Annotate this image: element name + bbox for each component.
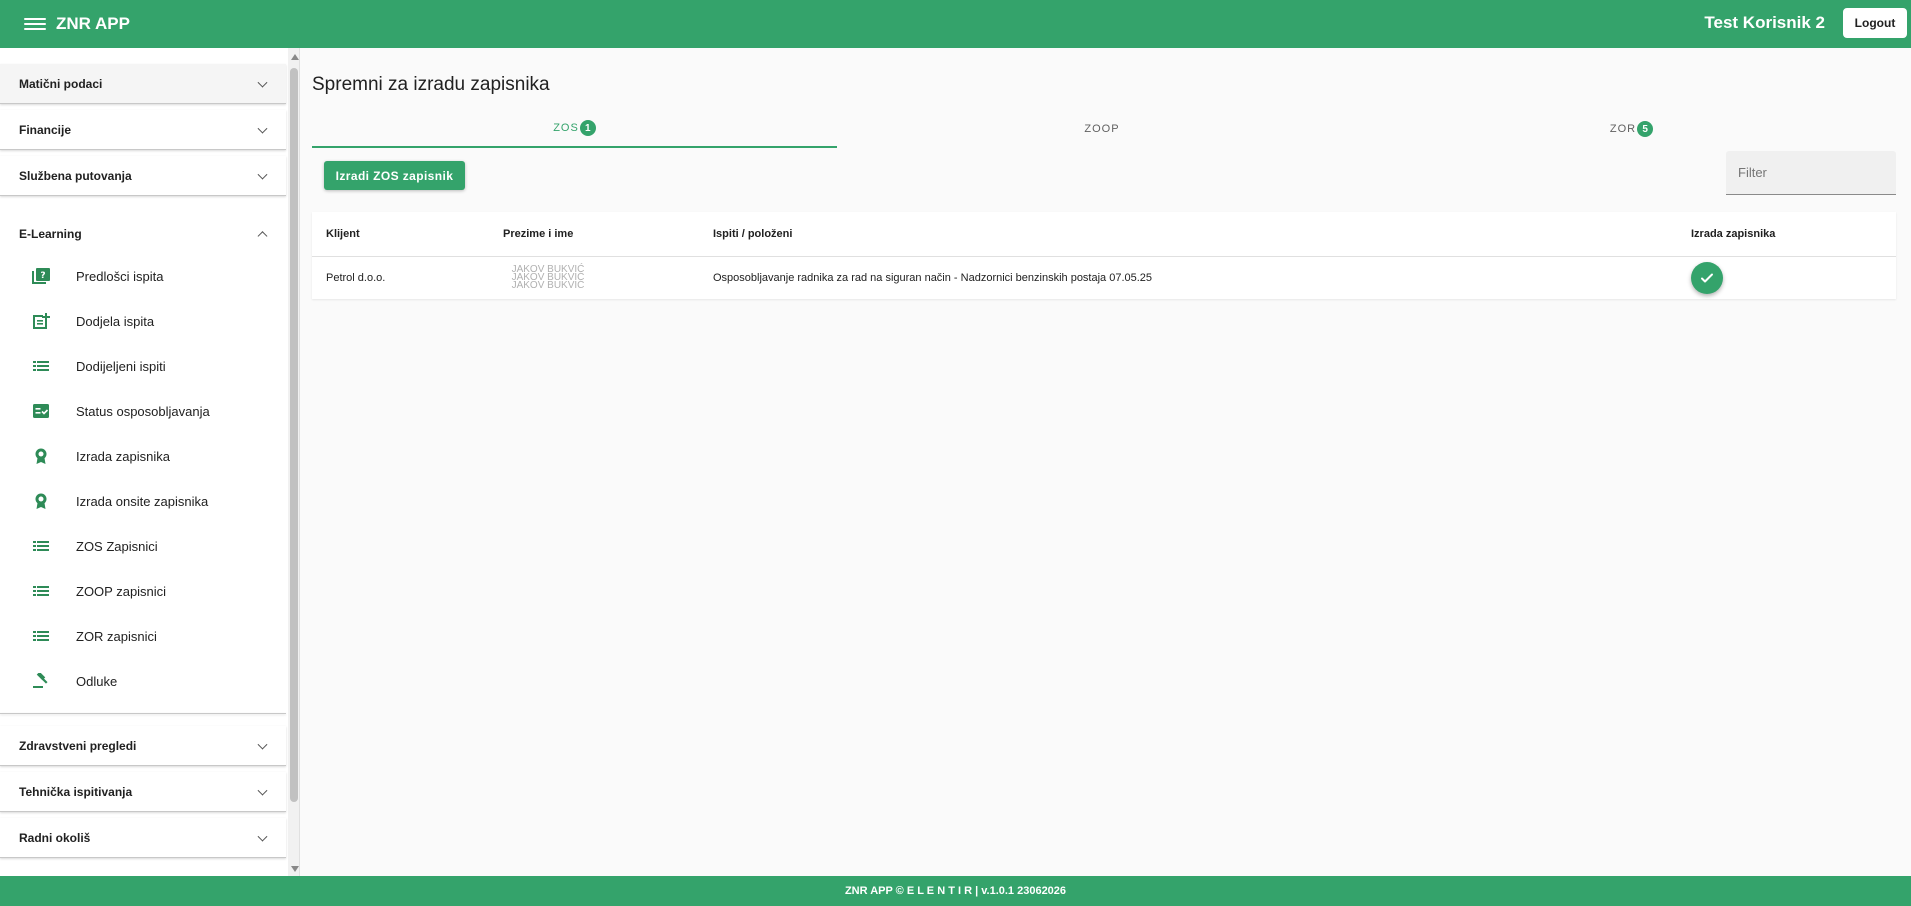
- panel-label: Financije: [19, 122, 72, 137]
- chevron-down-icon: [257, 169, 268, 180]
- sidebar-item-zoop-zapisnici[interactable]: ZOOP zapisnici: [0, 571, 286, 611]
- panel-label: Radni okoliš: [19, 830, 91, 845]
- sidebar-item-status-osposobljavanja[interactable]: Status osposobljavanja: [0, 391, 286, 431]
- sidebar-item-label: ZOOP zapisnici: [76, 583, 167, 599]
- fact-check-icon: [33, 404, 49, 418]
- post-add-icon: [33, 313, 50, 329]
- panel-tehnicka-ispitivanja[interactable]: Tehnička ispitivanja: [0, 772, 286, 812]
- sidebar-item-label: ZOR zapisnici: [76, 628, 157, 644]
- list-icon: [33, 541, 49, 551]
- panel-label: E-Learning: [19, 227, 82, 241]
- table-row[interactable]: Petrol d.o.o. JAKOV BUKVIĆ JAKOV BUKVIĆ …: [312, 257, 1896, 299]
- panel-radni-okolis[interactable]: Radni okoliš: [0, 818, 286, 858]
- scroll-up-icon[interactable]: [291, 54, 299, 60]
- column-header-client: Klijent: [326, 228, 360, 240]
- sidebar: Matični podaci Financije Službena putova…: [0, 48, 300, 876]
- sidebar-item-zor-zapisnici[interactable]: ZOR zapisnici: [0, 616, 286, 656]
- check-icon: [1701, 273, 1713, 283]
- list-icon: [33, 361, 49, 371]
- award-icon: [35, 493, 47, 509]
- panel-divider: [0, 713, 286, 714]
- tab-badge: 5: [1637, 121, 1654, 137]
- award-icon: [35, 448, 47, 464]
- sidebar-item-label: Dodjela ispita: [76, 313, 155, 329]
- cell-client: Petrol d.o.o.: [326, 272, 386, 284]
- sidebar-item-izrada-zapisnika[interactable]: Izrada zapisnika: [0, 436, 286, 476]
- page-title: Spremni za izradu zapisnika: [312, 74, 550, 95]
- sidebar-item-label: Predlošci ispita: [76, 268, 164, 284]
- app-title: ZNR APP: [56, 14, 130, 33]
- tab-zor[interactable]: ZOR 5: [1367, 110, 1896, 148]
- panel-label: Zdravstveni pregledi: [19, 738, 137, 753]
- chevron-down-icon: [257, 831, 268, 842]
- column-header-exams: Ispiti / položeni: [713, 228, 793, 240]
- menu-icon[interactable]: [24, 16, 46, 32]
- tab-label: ZOS: [553, 122, 579, 134]
- sidebar-item-label: Izrada onsite zapisnika: [76, 493, 209, 509]
- chevron-down-icon: [257, 785, 268, 796]
- tab-bar: ZOS 1 ZOOP ZOR 5: [312, 110, 1896, 148]
- filter-input[interactable]: [1726, 151, 1896, 194]
- sidebar-item-label: Odluke: [76, 673, 118, 689]
- tab-badge: 1: [579, 120, 596, 136]
- column-header-create-record: Izrada zapisnika: [1691, 228, 1776, 240]
- sidebar-item-predlosci-ispita[interactable]: ? Predlošci ispita: [0, 256, 286, 296]
- ready-records-table: Klijent Prezime i ime Ispiti / položeni …: [312, 212, 1896, 299]
- sidebar-item-label: Status osposobljavanja: [76, 403, 210, 419]
- cell-name: JAKOV BUKVIĆ JAKOV BUKVIĆ JAKOV BUKVIĆ: [498, 264, 598, 291]
- main-content: Spremni za izradu zapisnika ZOS 1 ZOOP Z…: [301, 48, 1911, 876]
- quiz-icon: ?: [32, 268, 50, 284]
- name-line: JAKOV BUKVIĆ: [511, 280, 585, 291]
- sidebar-item-odluke[interactable]: Odluke: [0, 661, 286, 701]
- sidebar-item-dodijeljeni-ispiti[interactable]: Dodijeljeni ispiti: [0, 346, 286, 386]
- tab-label: ZOOP: [1084, 123, 1120, 135]
- footer: ZNR APP © E L E N T I R | v.1.0.1 230620…: [0, 876, 1911, 906]
- column-header-name: Prezime i ime: [503, 228, 574, 240]
- sidebar-item-label: ZOS Zapisnici: [76, 538, 158, 554]
- top-app-bar: ZNR APP Test Korisnik 2 Logout: [0, 0, 1911, 48]
- panel-label: Tehnička ispitivanja: [19, 784, 133, 799]
- tab-zos[interactable]: ZOS 1: [312, 110, 837, 148]
- sidebar-item-zos-zapisnici[interactable]: ZOS Zapisnici: [0, 526, 286, 566]
- footer-text: ZNR APP © E L E N T I R | v.1.0.1 230620…: [844, 885, 1067, 897]
- scrollbar-thumb[interactable]: [290, 68, 298, 802]
- create-zos-record-button[interactable]: Izradi ZOS zapisnik: [324, 161, 465, 190]
- list-icon: [33, 586, 49, 596]
- chevron-down-icon: [257, 77, 268, 88]
- list-icon: [33, 631, 49, 641]
- table-header: Klijent Prezime i ime Ispiti / položeni …: [312, 212, 1896, 257]
- chevron-down-icon: [257, 123, 268, 134]
- chevron-down-icon: [257, 739, 268, 750]
- cell-exams: Osposobljavanje radnika za rad na sigura…: [713, 272, 1153, 284]
- svg-text:?: ?: [40, 271, 45, 281]
- sidebar-item-label: Izrada zapisnika: [76, 448, 170, 464]
- panel-sluzbena-putovanja[interactable]: Službena putovanja: [0, 156, 286, 196]
- panel-zdravstveni-pregledi[interactable]: Zdravstveni pregledi: [0, 726, 286, 766]
- scroll-down-icon[interactable]: [291, 866, 299, 872]
- create-record-check-button[interactable]: [1691, 262, 1723, 294]
- sidebar-item-label: Dodijeljeni ispiti: [76, 358, 166, 374]
- panel-maticni-podaci[interactable]: Matični podaci: [0, 64, 286, 104]
- tab-label: ZOR: [1609, 123, 1637, 135]
- panel-label: Matični podaci: [19, 76, 103, 91]
- chevron-up-icon: [257, 231, 268, 242]
- filter-field[interactable]: [1726, 151, 1896, 195]
- sidebar-item-izrada-onsite-zapisnika[interactable]: Izrada onsite zapisnika: [0, 481, 286, 521]
- logout-button[interactable]: Logout: [1843, 8, 1907, 38]
- tab-zoop[interactable]: ZOOP: [837, 110, 1367, 148]
- panel-label: Službena putovanja: [19, 168, 132, 183]
- panel-financije[interactable]: Financije: [0, 110, 286, 150]
- sidebar-item-dodjela-ispita[interactable]: Dodjela ispita: [0, 301, 286, 341]
- gavel-icon: [33, 673, 48, 688]
- user-name: Test Korisnik 2: [1704, 13, 1825, 32]
